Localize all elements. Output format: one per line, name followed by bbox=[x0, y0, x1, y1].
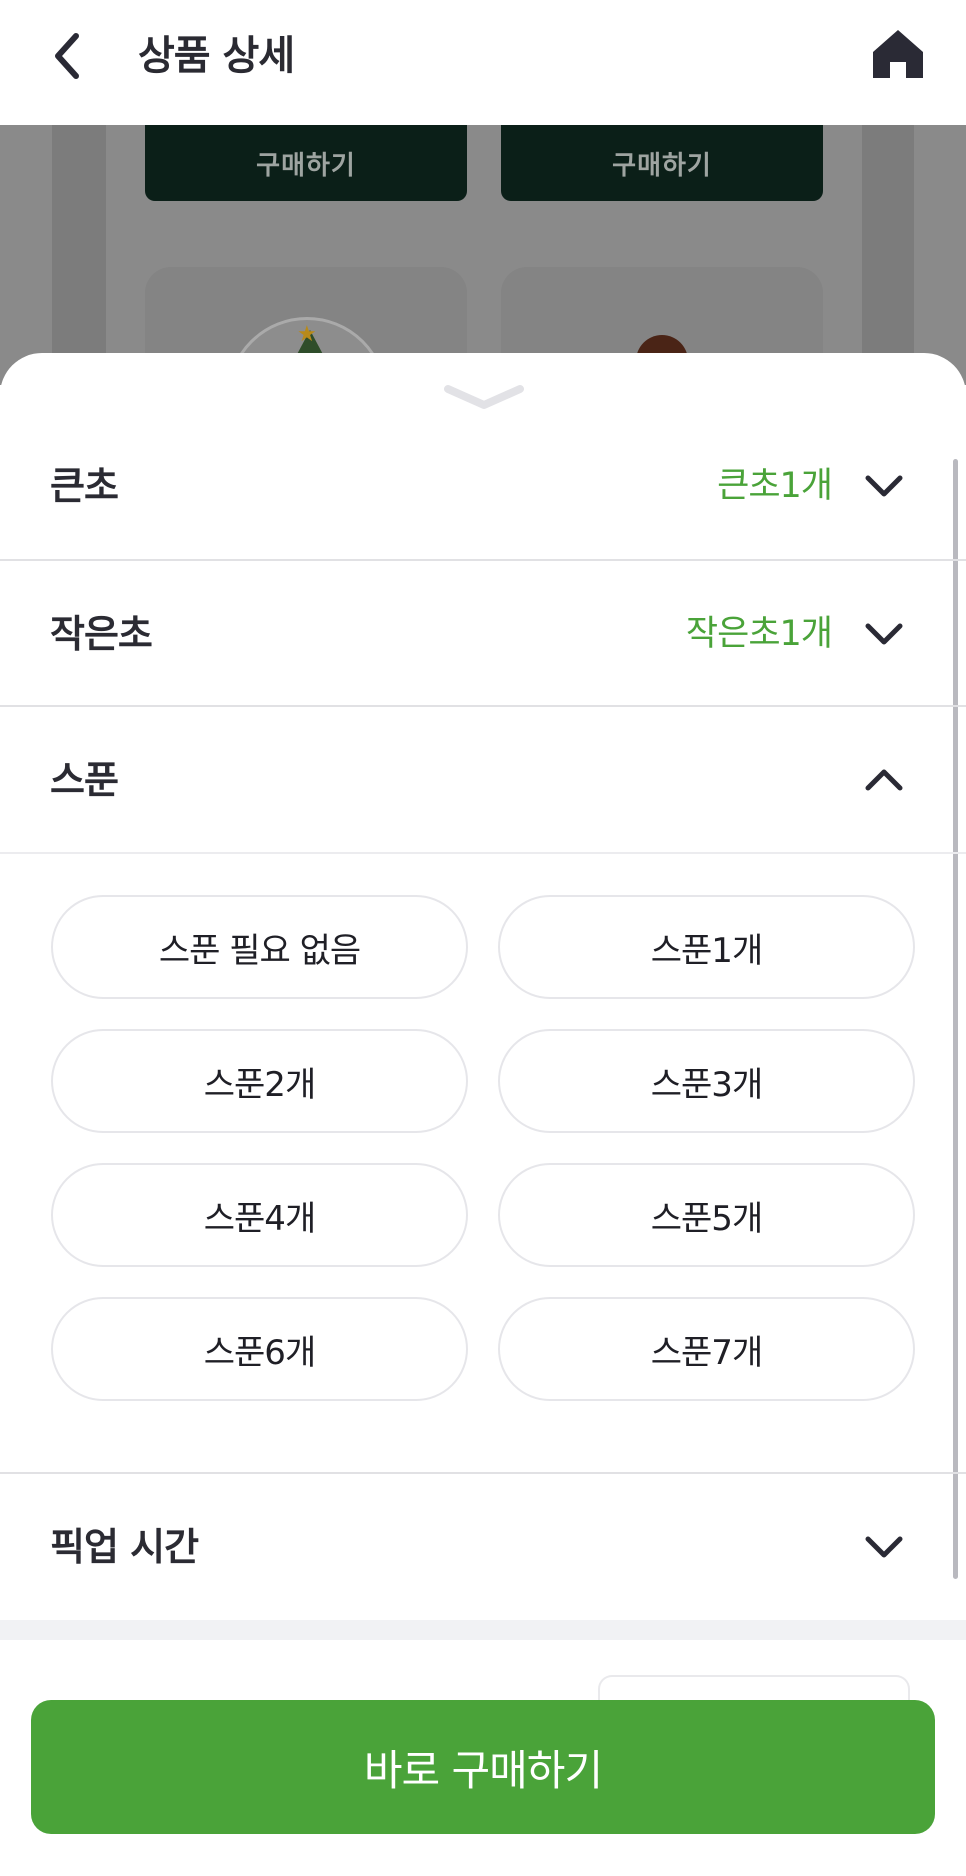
option-row-large-candle[interactable]: 큰초 큰초1개 bbox=[0, 413, 966, 559]
bottom-action-bar: 바로 구매하기 bbox=[0, 1700, 966, 1876]
page-title: 상품 상세 bbox=[138, 33, 295, 79]
option-row-small-candle[interactable]: 작은초 작은초1개 bbox=[0, 561, 966, 707]
option-selected-value: 작은초1개 bbox=[685, 614, 833, 654]
option-label: 작은초 bbox=[50, 612, 153, 656]
spoon-choice-1[interactable]: 스푼1개 bbox=[498, 895, 915, 999]
dimmed-product-background: 구매하기 구매하기 ★ bbox=[0, 125, 966, 385]
chevron-left-icon bbox=[55, 33, 79, 79]
spoon-choice-2[interactable]: 스푼2개 bbox=[51, 1029, 468, 1133]
section-separator bbox=[0, 1620, 966, 1640]
home-icon bbox=[873, 30, 923, 78]
home-button[interactable] bbox=[866, 22, 930, 86]
option-label: 픽업 시간 bbox=[50, 1525, 199, 1569]
sheet-collapse-handle[interactable] bbox=[444, 381, 524, 413]
spoon-choice-3[interactable]: 스푼3개 bbox=[498, 1029, 915, 1133]
background-column bbox=[52, 125, 106, 385]
divider bbox=[0, 852, 966, 854]
chevron-down-icon bbox=[862, 466, 906, 506]
spoon-choice-6[interactable]: 스푼6개 bbox=[51, 1297, 468, 1401]
chevron-down-icon bbox=[444, 385, 524, 409]
option-selected-value: 큰초1개 bbox=[717, 466, 833, 506]
chevron-down-icon bbox=[862, 1527, 906, 1567]
chevron-up-icon bbox=[862, 760, 906, 800]
spoon-choice-7[interactable]: 스푼7개 bbox=[498, 1297, 915, 1401]
buy-now-button[interactable]: 바로 구매하기 bbox=[31, 1700, 935, 1834]
option-bottom-sheet: 큰초 큰초1개 작은초 작은초1개 스푼 스푼 필요 없음 스푼1개 스푼2개 … bbox=[0, 353, 966, 1876]
option-label: 큰초 bbox=[50, 464, 119, 508]
option-label: 스푼 bbox=[50, 758, 119, 802]
spoon-choice-5[interactable]: 스푼5개 bbox=[498, 1163, 915, 1267]
back-button[interactable] bbox=[40, 26, 94, 86]
spoon-choice-none[interactable]: 스푼 필요 없음 bbox=[51, 895, 468, 999]
background-buy-button: 구매하기 bbox=[145, 125, 467, 201]
app-header: 상품 상세 bbox=[0, 0, 966, 125]
background-column bbox=[862, 125, 914, 385]
option-row-pickup-time[interactable]: 픽업 시간 bbox=[0, 1474, 966, 1620]
background-buy-button: 구매하기 bbox=[501, 125, 823, 201]
spoon-choice-4[interactable]: 스푼4개 bbox=[51, 1163, 468, 1267]
chevron-down-icon bbox=[862, 614, 906, 654]
option-row-spoon[interactable]: 스푼 bbox=[0, 707, 966, 853]
star-icon: ★ bbox=[297, 322, 317, 347]
